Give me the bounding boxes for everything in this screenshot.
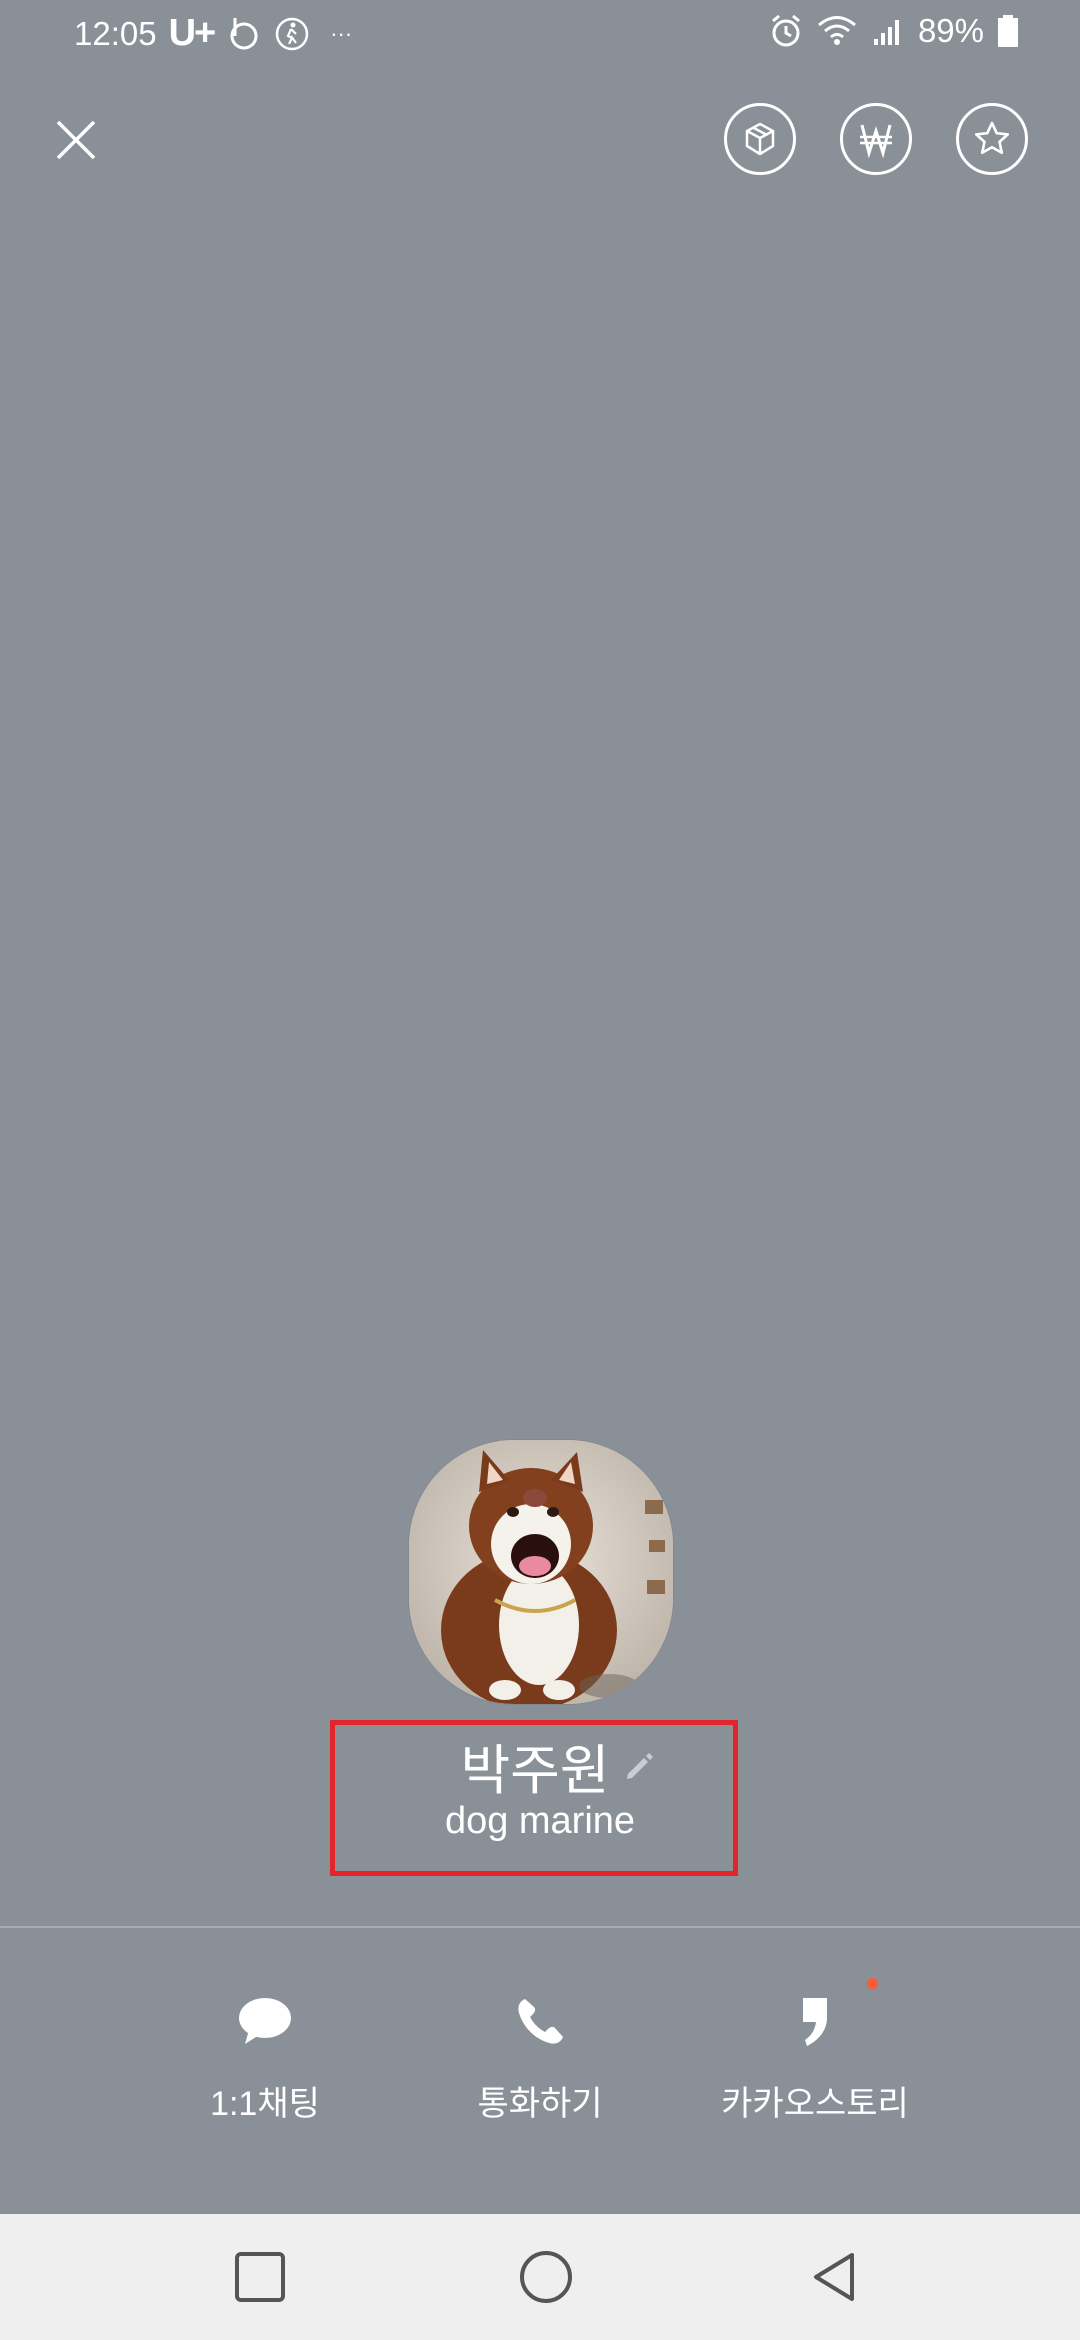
kakaostory-icon: [783, 1990, 847, 2054]
won-sign-icon: [860, 124, 892, 159]
profile-name-row: 박주원: [0, 1726, 1080, 1805]
status-carrier: U+: [168, 12, 217, 54]
new-badge-dot: [867, 1978, 878, 1989]
gift-box-icon: [745, 122, 775, 156]
profile-status-message: dog marine: [444, 1800, 636, 1842]
signal-icon: [870, 13, 906, 49]
dog-photo: [409, 1440, 673, 1704]
status-left: 12:05 U+ ···: [74, 12, 352, 55]
b-app-icon: [226, 16, 262, 52]
profile-avatar[interactable]: [409, 1440, 673, 1704]
pay-button[interactable]: [840, 103, 912, 175]
walking-icon: [274, 16, 310, 52]
wifi-icon: [816, 13, 858, 49]
profile-name: 박주원: [460, 1741, 610, 1801]
back-button[interactable]: [806, 2249, 862, 2305]
pencil-icon[interactable]: [622, 1748, 658, 1784]
status-time: 12:05: [74, 14, 157, 52]
call-action-label: 통화하기: [477, 2085, 603, 2123]
chat-action-label: 1:1채팅: [210, 2085, 320, 2123]
kakaostory-action-label: 카카오스토리: [721, 2085, 909, 2123]
battery-percent: 89%: [917, 12, 984, 49]
status-right: 89%: [768, 12, 1020, 50]
alarm-icon: [768, 13, 804, 49]
home-button[interactable]: [518, 2249, 574, 2305]
close-icon: [56, 120, 96, 160]
chat-action-button[interactable]: 1:1채팅: [145, 1990, 385, 2125]
favorite-button[interactable]: [956, 103, 1028, 175]
kakaostory-action-button[interactable]: 카카오스토리: [695, 1978, 935, 2125]
status-more: ···: [330, 20, 353, 46]
gift-button[interactable]: [724, 103, 796, 175]
star-icon: [974, 121, 1010, 155]
system-nav-bar: [0, 2214, 1080, 2340]
call-action-button[interactable]: 통화하기: [420, 1990, 660, 2125]
top-action-group: [724, 103, 1028, 175]
battery-icon: [996, 13, 1020, 49]
back-icon: [814, 2253, 854, 2301]
recent-apps-button[interactable]: [232, 2249, 288, 2305]
chat-bubble-icon: [233, 1990, 297, 2054]
divider: [0, 1926, 1080, 1928]
home-icon: [520, 2251, 572, 2303]
close-button[interactable]: [52, 116, 100, 164]
profile-actions: 1:1채팅 통화하기 카카오스토리: [0, 1978, 1080, 2150]
recent-apps-icon: [235, 2252, 285, 2302]
status-bar: 12:05 U+ ··· 89%: [0, 0, 1080, 66]
phone-icon: [508, 1990, 572, 2054]
